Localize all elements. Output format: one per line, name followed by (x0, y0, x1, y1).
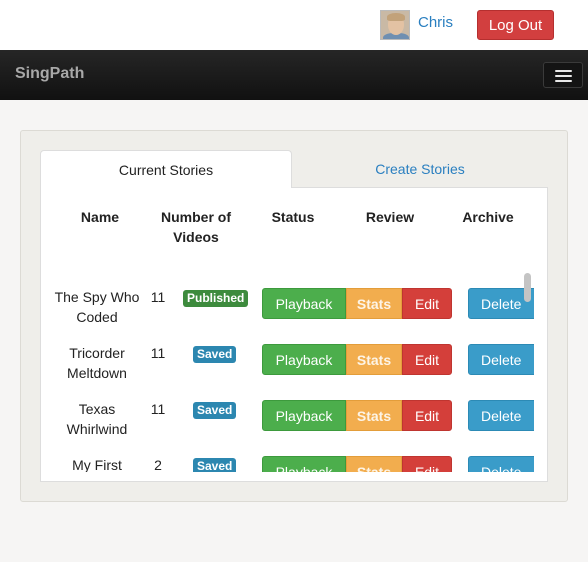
table-row: Texas Whirlwind 11 Saved Playback Stats … (40, 385, 534, 441)
story-name: Texas Whirlwind (66, 401, 128, 437)
log-out-button[interactable]: Log Out (477, 10, 554, 40)
user-name-link[interactable]: Chris (418, 14, 453, 31)
status-badge: Published (183, 290, 249, 307)
edit-button[interactable]: Edit (402, 288, 452, 319)
playback-button[interactable]: Playback (262, 288, 346, 319)
playback-button[interactable]: Playback (262, 400, 346, 431)
edit-button[interactable]: Edit (402, 400, 452, 431)
brand-logo[interactable]: SingPath (15, 65, 84, 83)
status-badge: Saved (193, 458, 237, 472)
list-scrollbar[interactable] (522, 270, 534, 472)
table-row: Tricorder Meltdown 11 Saved Playback Sta… (40, 329, 534, 385)
status-badge: Saved (193, 402, 237, 419)
table-row: The Spy Who Coded 11 Published Playback … (40, 273, 534, 329)
header-archive: Archive (462, 209, 514, 225)
edit-button[interactable]: Edit (402, 456, 452, 472)
menu-icon[interactable] (543, 62, 583, 88)
playback-button[interactable]: Playback (262, 456, 346, 472)
avatar[interactable] (380, 10, 410, 40)
navbar: SingPath (0, 50, 588, 100)
status-badge: Saved (193, 346, 237, 363)
scrollbar-thumb[interactable] (524, 273, 531, 302)
stats-button[interactable]: Stats (346, 456, 402, 472)
story-name: Tricorder Meltdown (67, 345, 127, 381)
edit-button[interactable]: Edit (402, 344, 452, 375)
stories-list[interactable]: The Spy Who Coded 11 Published Playback … (40, 265, 534, 472)
header-status: Status (271, 209, 315, 225)
table-row: My First 2 Saved Playback Stats Edit Del… (40, 441, 534, 472)
video-count: 11 (150, 345, 166, 361)
header-review: Review (365, 209, 415, 225)
video-count: 11 (150, 401, 166, 417)
tab-create-stories[interactable]: Create Stories (292, 150, 548, 188)
video-count: 11 (150, 289, 166, 305)
top-bar: Chris Log Out (0, 0, 588, 50)
header-name: Name (80, 209, 120, 225)
playback-button[interactable]: Playback (262, 344, 346, 375)
header-number-of-videos: Number of Videos (161, 209, 231, 245)
story-name: My First (72, 457, 122, 472)
tab-current-stories[interactable]: Current Stories (40, 150, 292, 188)
stats-button[interactable]: Stats (346, 288, 402, 319)
stats-button[interactable]: Stats (346, 344, 402, 375)
story-name: The Spy Who Coded (54, 289, 140, 325)
video-count: 2 (154, 457, 162, 472)
stats-button[interactable]: Stats (346, 400, 402, 431)
